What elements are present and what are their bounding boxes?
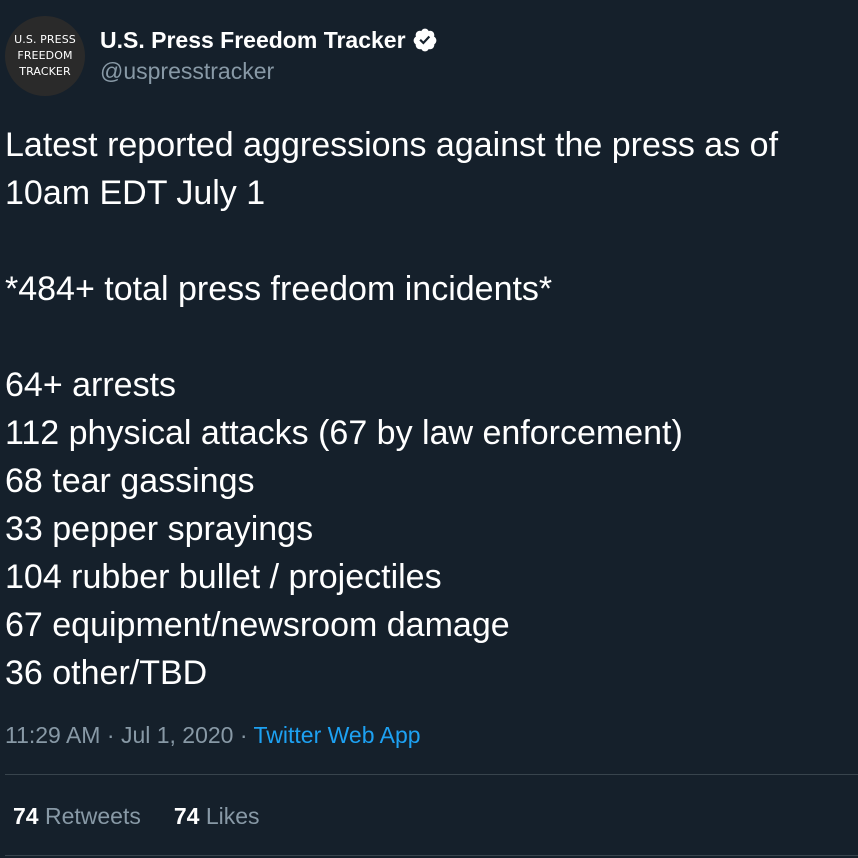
- tweet-date[interactable]: Jul 1, 2020: [121, 722, 234, 748]
- name-row: U.S. Press Freedom Tracker: [100, 24, 438, 56]
- display-name[interactable]: U.S. Press Freedom Tracker: [100, 27, 406, 54]
- meta-separator: ·: [100, 722, 121, 748]
- likes-stat[interactable]: 74 Likes: [174, 799, 260, 833]
- retweets-stat[interactable]: 74 Retweets: [13, 799, 141, 833]
- tweet-time[interactable]: 11:29 AM: [5, 722, 100, 748]
- tweet-line: 10am EDT July 1: [5, 174, 266, 212]
- tweet-line: 64+ arrests: [5, 366, 177, 404]
- tweet-card: U.S. PRESS FREEDOM TRACKER U.S. Press Fr…: [0, 0, 858, 858]
- user-info: U.S. Press Freedom Tracker @uspresstrack…: [100, 24, 438, 85]
- tweet-stats: 74 Retweets 74 Likes: [13, 799, 293, 833]
- avatar-text-line-1: U.S. PRESS: [14, 33, 76, 46]
- divider: [5, 855, 858, 856]
- verified-badge-icon: [413, 28, 436, 52]
- tweet-line: Latest reported aggressions against the …: [5, 126, 779, 164]
- likes-count: 74: [173, 803, 200, 829]
- tweet-header: U.S. PRESS FREEDOM TRACKER U.S. Press Fr…: [5, 16, 438, 96]
- tweet-line: 68 tear gassings: [5, 462, 255, 500]
- avatar-text-line-3: TRACKER: [19, 65, 71, 78]
- tweet-text: Latest reported aggressions against the …: [5, 121, 855, 697]
- tweet-line: 112 physical attacks (67 by law enforcem…: [5, 414, 683, 452]
- meta-separator: ·: [233, 722, 254, 748]
- likes-label: Likes: [205, 803, 260, 829]
- tweet-line: 104 rubber bullet / projectiles: [5, 558, 442, 596]
- avatar[interactable]: U.S. PRESS FREEDOM TRACKER: [5, 16, 85, 96]
- retweets-count: 74: [13, 803, 39, 829]
- tweet-line: *484+ total press freedom incidents*: [5, 270, 553, 308]
- tweet-meta: 11:29 AM · Jul 1, 2020 · Twitter Web App: [5, 718, 421, 752]
- divider: [5, 774, 858, 775]
- tweet-line: 36 other/TBD: [5, 654, 208, 692]
- retweets-label: Retweets: [44, 803, 141, 829]
- tweet-line: 67 equipment/newsroom damage: [5, 606, 510, 644]
- avatar-text-line-2: FREEDOM: [17, 49, 73, 62]
- tweet-line: 33 pepper sprayings: [5, 510, 314, 548]
- user-handle[interactable]: @uspresstracker: [100, 58, 438, 85]
- tweet-source-link[interactable]: Twitter Web App: [254, 722, 421, 748]
